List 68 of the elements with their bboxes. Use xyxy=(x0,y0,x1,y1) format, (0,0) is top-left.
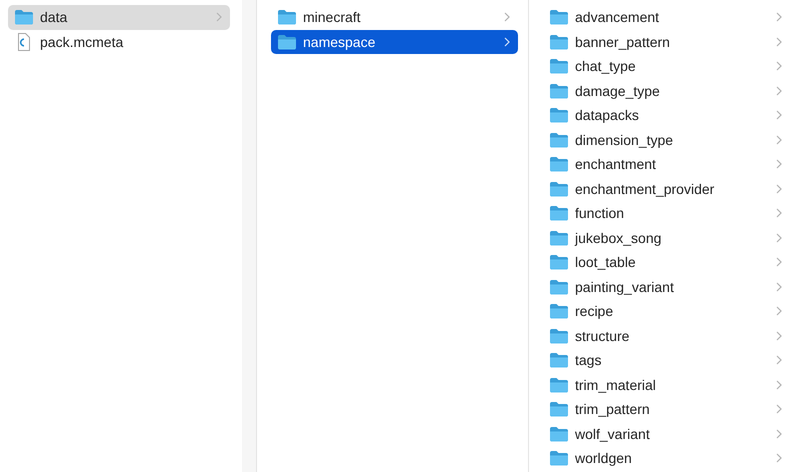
folder-icon xyxy=(549,156,569,172)
chevron-icon xyxy=(776,12,782,22)
chevron-icon xyxy=(776,306,782,316)
folder-icon xyxy=(277,34,297,50)
file-icon xyxy=(17,32,31,51)
folder-item[interactable]: datapacks xyxy=(543,103,790,128)
chevron-icon xyxy=(776,184,782,194)
chevron-icon xyxy=(776,355,782,366)
folder-icon xyxy=(549,205,569,222)
chevron-icon xyxy=(776,282,782,292)
folder-icon xyxy=(277,9,297,26)
chevron-icon xyxy=(776,134,782,145)
folder-icon xyxy=(549,303,569,320)
chevron-icon xyxy=(504,12,510,22)
folder-icon xyxy=(549,450,569,466)
folder-icon xyxy=(549,58,569,74)
folder-item[interactable]: enchantment xyxy=(543,152,790,176)
folder-item[interactable]: worldgen xyxy=(543,446,790,470)
folder-icon xyxy=(549,82,569,99)
folder-item[interactable]: enchantment_provider xyxy=(543,176,790,201)
folder-icon xyxy=(14,9,34,26)
folder-icon xyxy=(549,352,569,368)
chevron-icon xyxy=(776,404,782,414)
chevron-icon xyxy=(776,159,782,170)
folder-icon xyxy=(549,328,569,344)
folder-icon xyxy=(549,426,569,442)
folder-item[interactable]: trim_pattern xyxy=(543,397,790,422)
chevron-icon xyxy=(776,86,782,96)
chevron-icon xyxy=(776,232,782,243)
folder-icon xyxy=(549,401,569,418)
folder-item[interactable]: function xyxy=(543,201,790,226)
folder-icon xyxy=(549,230,569,246)
folder-item[interactable]: painting_variant xyxy=(543,274,790,299)
folder-icon xyxy=(549,180,569,197)
folder-item[interactable]: recipe xyxy=(543,299,790,324)
folder-item[interactable]: trim_material xyxy=(543,372,790,397)
chevron-icon xyxy=(776,428,782,439)
folder-icon xyxy=(549,107,569,124)
file-item[interactable]: pack.mcmeta xyxy=(8,30,230,54)
chevron-icon xyxy=(776,330,782,341)
chevron-icon xyxy=(776,36,782,47)
folder-item[interactable]: data xyxy=(8,5,230,30)
folder-item[interactable]: wolf_variant xyxy=(543,422,790,446)
folder-icon xyxy=(549,34,569,50)
folder-item[interactable]: loot_table xyxy=(543,250,790,274)
folder-item[interactable]: jukebox_song xyxy=(543,226,790,250)
folder-item[interactable]: damage_type xyxy=(543,78,790,103)
folder-item[interactable]: minecraft xyxy=(271,5,518,30)
chevron-icon xyxy=(776,380,782,390)
folder-icon xyxy=(549,376,569,393)
folder-icon xyxy=(549,278,569,295)
chevron-icon xyxy=(776,110,782,120)
folder-icon xyxy=(549,9,569,26)
folder-icon xyxy=(549,254,569,270)
folder-item[interactable]: namespace xyxy=(271,30,518,54)
folder-item[interactable]: structure xyxy=(543,324,790,348)
chevron-icon xyxy=(216,12,222,22)
folder-item[interactable]: advancement xyxy=(543,5,790,30)
folder-item[interactable]: tags xyxy=(543,348,790,372)
chevron-icon xyxy=(776,208,782,218)
chevron-icon xyxy=(776,453,782,464)
chevron-icon xyxy=(776,61,782,72)
folder-item[interactable]: banner_pattern xyxy=(543,30,790,54)
chevron-icon xyxy=(504,36,510,47)
folder-item[interactable]: chat_type xyxy=(543,54,790,78)
chevron-icon xyxy=(776,257,782,268)
folder-item[interactable]: dimension_type xyxy=(543,128,790,152)
folder-icon xyxy=(549,132,569,148)
